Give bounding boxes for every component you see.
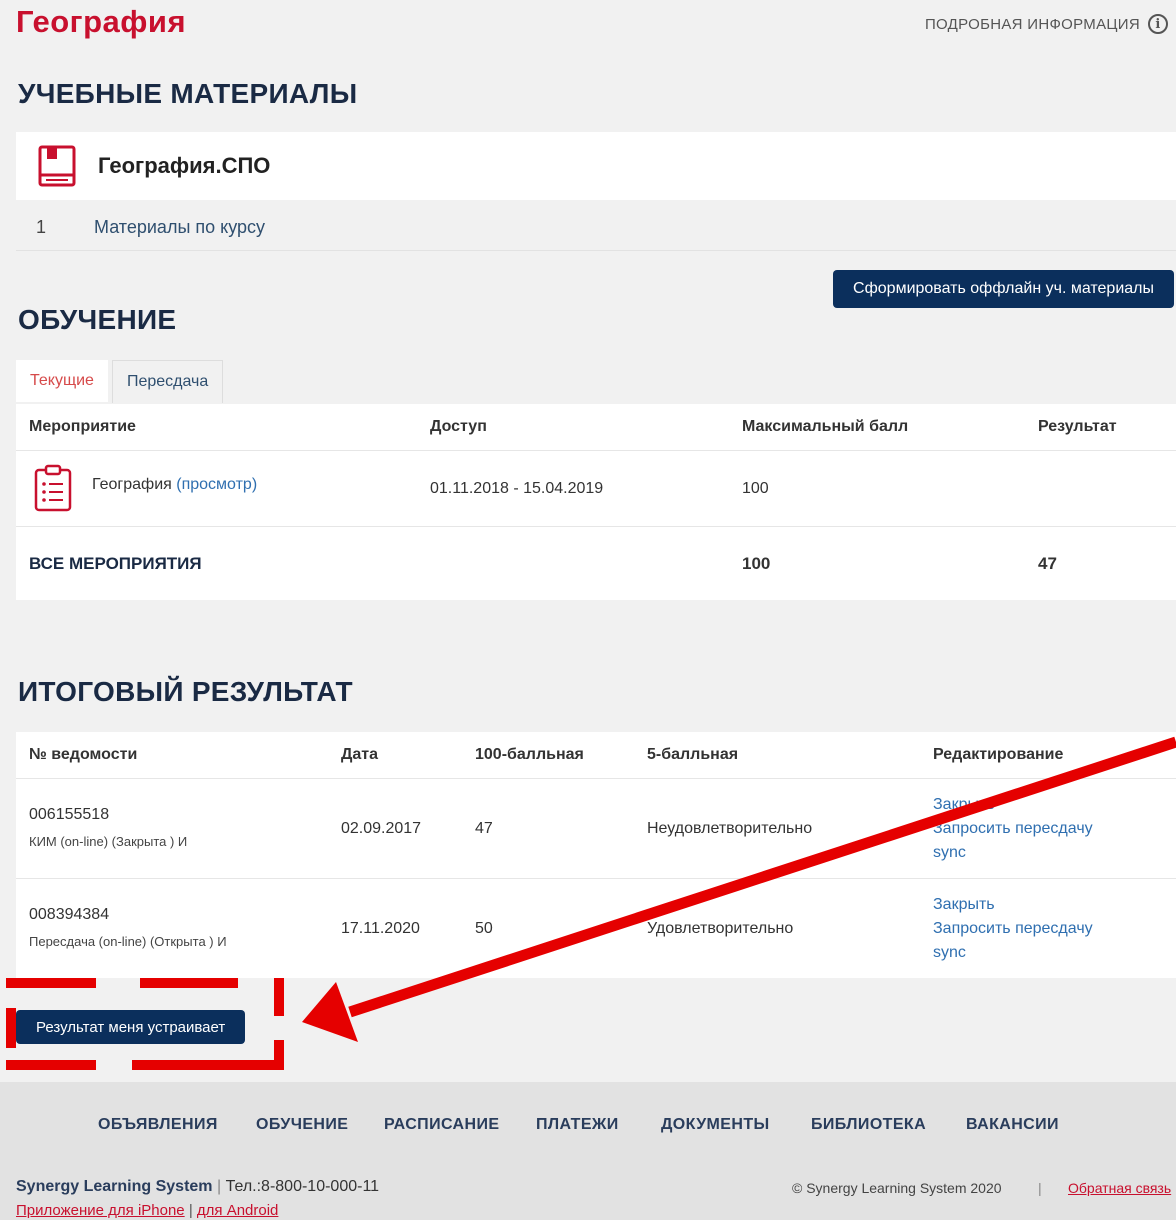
footer-link-schedule[interactable]: РАСПИСАНИЕ	[384, 1116, 499, 1134]
footer-link-documents[interactable]: ДОКУМЕНТЫ	[661, 1116, 770, 1134]
table-row: 008394384 Пересдача (on-line) (Открыта )…	[16, 878, 1176, 978]
app-iphone-link[interactable]: Приложение для iPhone	[16, 1202, 185, 1219]
page-title: География	[16, 4, 187, 39]
statement-date: 17.11.2020	[341, 920, 420, 937]
footer-link-library[interactable]: БИБЛИОТЕКА	[811, 1116, 926, 1134]
event-name-text: География	[92, 476, 172, 493]
book-icon	[38, 145, 76, 187]
footer-brand: Synergy Learning System	[16, 1178, 213, 1195]
learning-heading: ОБУЧЕНИЕ	[18, 304, 177, 335]
footer: ОБЪЯВЛЕНИЯ ОБУЧЕНИЕ РАСПИСАНИЕ ПЛАТЕЖИ Д…	[0, 1082, 1176, 1220]
col-score-100: 100-балльная	[475, 746, 584, 763]
footer-link-learning[interactable]: ОБУЧЕНИЕ	[256, 1116, 348, 1134]
footer-divider: |	[1038, 1180, 1042, 1196]
learning-table: Мероприятие Доступ Максимальный балл Рез…	[16, 404, 1176, 600]
course-card: География.СПО	[16, 132, 1176, 200]
frame-dash	[140, 978, 238, 988]
col-statement-number: № ведомости	[29, 746, 138, 763]
generate-offline-materials-button[interactable]: Сформировать оффлайн уч. материалы	[833, 270, 1174, 308]
footer-phone: Тел.:8-800-10-000-11	[225, 1178, 380, 1195]
frame-dash	[6, 1060, 96, 1070]
final-heading: ИТОГОВЫЙ РЕЗУЛЬТАТ	[18, 676, 353, 707]
statement-date: 02.09.2017	[341, 820, 422, 837]
sync-link[interactable]: sync	[933, 844, 966, 862]
frame-dash	[274, 978, 284, 1016]
table-row: География (просмотр) 01.11.2018 - 15.04.…	[16, 450, 1176, 526]
final-table-header: № ведомости Дата 100-балльная 5-балльная…	[16, 732, 1176, 779]
col-max-score: Максимальный балл	[742, 418, 909, 435]
accept-result-button[interactable]: Результат меня устраивает	[16, 1010, 246, 1044]
material-row: 1 Материалы по курсу	[16, 204, 1176, 251]
material-index: 1	[36, 216, 47, 237]
materials-heading: УЧЕБНЫЕ МАТЕРИАЛЫ	[18, 78, 358, 109]
feedback-link[interactable]: Обратная связь	[1068, 1180, 1171, 1196]
col-date: Дата	[341, 746, 379, 763]
total-label: ВСЕ МЕРОПРИЯТИЯ	[29, 554, 202, 573]
arrow-head	[302, 982, 358, 1042]
close-link[interactable]: Закрыть	[933, 896, 995, 914]
footer-link-payments[interactable]: ПЛАТЕЖИ	[536, 1116, 619, 1134]
footer-link-announcements[interactable]: ОБЪЯВЛЕНИЯ	[98, 1116, 218, 1134]
tab-current[interactable]: Текущие	[16, 360, 108, 402]
clipboard-icon	[34, 464, 72, 512]
request-retake-link[interactable]: Запросить пересдачу	[933, 920, 1093, 938]
info-icon[interactable]: i	[1148, 14, 1168, 34]
footer-copyright: © Synergy Learning System 2020	[792, 1180, 1002, 1196]
learning-table-header: Мероприятие Доступ Максимальный балл Рез…	[16, 404, 1176, 451]
tab-retake[interactable]: Пересдача	[111, 360, 224, 403]
event-view-link[interactable]: (просмотр)	[176, 476, 257, 493]
footer-apps: Приложение для iPhone | для Android	[16, 1202, 279, 1219]
course-name: География.СПО	[98, 153, 271, 178]
app-android-link[interactable]: для Android	[197, 1202, 279, 1219]
col-access: Доступ	[430, 418, 487, 435]
total-max-score: 100	[742, 554, 771, 573]
event-access: 01.11.2018 - 15.04.2019	[430, 480, 604, 497]
statement-score-100: 50	[475, 920, 493, 937]
frame-dash	[274, 1040, 284, 1070]
frame-dash	[6, 1008, 16, 1048]
event-name: География (просмотр)	[92, 476, 257, 494]
sync-link[interactable]: sync	[933, 944, 966, 962]
event-max-score: 100	[742, 480, 769, 497]
statement-score-5: Удовлетворительно	[647, 920, 794, 937]
close-link[interactable]: Закрыть	[933, 796, 995, 814]
statement-description: Пересдача (on-line) (Открыта ) И	[29, 934, 227, 949]
statement-number: 006155518	[29, 806, 110, 823]
learning-tabs: Текущие Пересдача	[16, 360, 224, 403]
col-score-5: 5-балльная	[647, 746, 739, 763]
table-total-row: ВСЕ МЕРОПРИЯТИЯ 100 47	[16, 526, 1176, 600]
col-event: Мероприятие	[29, 418, 136, 435]
footer-contacts: Synergy Learning System | Тел.:8-800-10-…	[16, 1178, 380, 1195]
material-link[interactable]: Материалы по курсу	[94, 217, 265, 238]
details-link-label: ПОДРОБНАЯ ИНФОРМАЦИЯ	[924, 15, 1140, 33]
table-row: 006155518 КИМ (on-line) (Закрыта ) И 02.…	[16, 778, 1176, 878]
statement-description: КИМ (on-line) (Закрыта ) И	[29, 834, 188, 849]
col-editing: Редактирование	[933, 746, 1064, 763]
frame-dash	[132, 1060, 284, 1070]
statement-number: 008394384	[29, 906, 110, 923]
final-table: № ведомости Дата 100-балльная 5-балльная…	[16, 732, 1176, 978]
statement-score-5: Неудовлетворительно	[647, 820, 813, 837]
request-retake-link[interactable]: Запросить пересдачу	[933, 820, 1093, 838]
total-result: 47	[1038, 554, 1057, 573]
statement-score-100: 47	[475, 820, 493, 837]
details-link[interactable]: ПОДРОБНАЯ ИНФОРМАЦИЯ i	[925, 14, 1168, 34]
footer-link-vacancies[interactable]: ВАКАНСИИ	[966, 1116, 1059, 1134]
frame-dash	[6, 978, 96, 988]
col-result: Результат	[1038, 418, 1117, 435]
